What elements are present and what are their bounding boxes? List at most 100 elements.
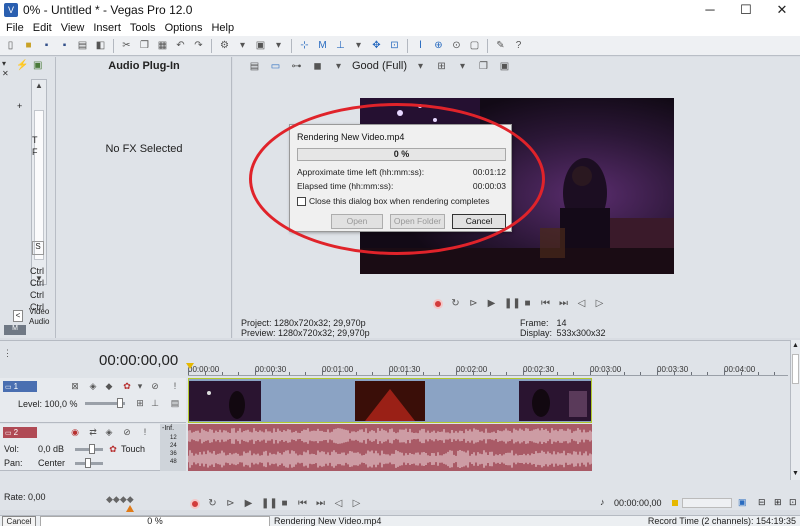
stop-icon[interactable]: ■ bbox=[522, 298, 533, 309]
track-invert-icon[interactable]: ⇄ bbox=[88, 427, 98, 437]
picture-icon[interactable]: ▣ bbox=[738, 497, 747, 508]
track-menu-icon[interactable]: ▤ bbox=[170, 398, 180, 408]
zoom-icon[interactable]: ⊡ bbox=[387, 38, 402, 53]
open-button[interactable]: Open bbox=[331, 214, 383, 229]
close-when-complete-option[interactable]: Close this dialog box when rendering com… bbox=[297, 196, 490, 206]
prev-frame-icon[interactable]: ◁ bbox=[576, 298, 587, 309]
cancel-render-button[interactable]: Cancel bbox=[452, 214, 506, 229]
dropdown-icon[interactable]: ▾ bbox=[351, 38, 366, 53]
close-when-complete-checkbox[interactable] bbox=[297, 196, 306, 206]
next-frame-icon[interactable]: ▷ bbox=[351, 498, 362, 509]
collapse-icon[interactable]: < bbox=[13, 310, 23, 322]
dropdown-icon[interactable]: ▾ bbox=[271, 38, 286, 53]
automation-icon[interactable]: ⊥ bbox=[150, 398, 160, 408]
dropdown-icon[interactable]: ▾ bbox=[455, 59, 470, 74]
redo-icon[interactable]: ↷ bbox=[191, 38, 206, 53]
dropdown-icon[interactable]: ▾ bbox=[331, 59, 346, 74]
open-folder-icon[interactable]: ■ bbox=[21, 38, 36, 53]
track-settings-icon[interactable]: ✿ bbox=[122, 381, 132, 391]
play-from-start-icon[interactable]: ⊳ bbox=[225, 498, 236, 509]
zoom-fit-icon[interactable]: ⊡ bbox=[789, 497, 797, 508]
pin-icon[interactable]: ▾ bbox=[2, 59, 10, 68]
play-icon[interactable]: ▶ bbox=[243, 498, 254, 509]
stop-icon[interactable]: ■ bbox=[279, 498, 290, 509]
overlay-icon[interactable]: ◼ bbox=[310, 59, 325, 74]
video-clip[interactable] bbox=[189, 381, 261, 421]
audio-event-lane[interactable] bbox=[188, 424, 592, 471]
loop-icon[interactable]: ↻ bbox=[450, 298, 461, 309]
loop-icon[interactable]: ↻ bbox=[207, 498, 218, 509]
pan-slider[interactable] bbox=[75, 458, 103, 468]
cursor-marker-icon[interactable] bbox=[186, 363, 194, 369]
prev-frame-icon[interactable]: ◁ bbox=[333, 498, 344, 509]
preview-properties-icon[interactable]: ▤ bbox=[247, 59, 262, 74]
save-snapshot-icon[interactable]: ▣ bbox=[497, 59, 512, 74]
explorer-icon[interactable]: ▣ bbox=[33, 60, 42, 71]
expand-icon[interactable]: + bbox=[17, 101, 22, 111]
copy-snapshot-icon[interactable]: ❐ bbox=[476, 59, 491, 74]
menu-tools[interactable]: Tools bbox=[127, 22, 162, 34]
normal-edit-icon[interactable]: M bbox=[315, 38, 330, 53]
scroll-down-icon[interactable]: ▼ bbox=[792, 470, 799, 477]
maximize-button[interactable]: ☐ bbox=[728, 0, 764, 20]
timeline-ruler[interactable]: 00:00:00 00:00:30 00:01:00 00:01:30 00:02:00… bbox=[188, 363, 788, 376]
dropdown-icon[interactable]: ▾ bbox=[235, 38, 250, 53]
expand-track-icon[interactable]: ⊞ bbox=[135, 398, 145, 408]
solo-icon[interactable]: ! bbox=[170, 381, 180, 391]
tool-icon[interactable]: ⚙ bbox=[217, 38, 232, 53]
level-slider[interactable] bbox=[85, 398, 125, 408]
paste-icon[interactable]: ▦ bbox=[155, 38, 170, 53]
video-clip[interactable] bbox=[355, 381, 425, 421]
snap-icon[interactable]: ⊹ bbox=[297, 38, 312, 53]
external-monitor-icon[interactable]: ▭ bbox=[268, 59, 283, 74]
lock-icon[interactable]: ▢ bbox=[467, 38, 482, 53]
menu-help[interactable]: Help bbox=[208, 22, 240, 34]
scroll-thumb[interactable] bbox=[34, 110, 44, 260]
pause-icon[interactable]: ❚❚ bbox=[504, 298, 521, 309]
media-icon[interactable]: ▣ bbox=[253, 38, 268, 53]
grid-icon[interactable]: ⊞ bbox=[434, 59, 449, 74]
mute-icon[interactable]: ⊘ bbox=[150, 381, 160, 391]
scroll-thumb[interactable] bbox=[792, 354, 799, 384]
video-event-lane[interactable] bbox=[188, 378, 592, 423]
rate-slider[interactable]: ◆◆◆◆ bbox=[106, 494, 134, 505]
zoom-out-icon[interactable]: ⊟ bbox=[758, 497, 766, 508]
menu-file[interactable]: File bbox=[3, 22, 30, 34]
render-icon[interactable]: ◧ bbox=[93, 38, 108, 53]
status-cancel-button[interactable]: Cancel bbox=[2, 516, 36, 526]
lightning-icon[interactable]: ⚡ bbox=[16, 60, 28, 71]
track-motion-icon[interactable]: ⊠ bbox=[70, 381, 80, 391]
selection-length-field[interactable] bbox=[682, 498, 732, 508]
mute-icon[interactable]: ⊘ bbox=[122, 427, 132, 437]
record-icon[interactable] bbox=[433, 298, 443, 309]
automation-mode[interactable]: Touch bbox=[121, 444, 145, 454]
level-slider-handle[interactable] bbox=[117, 398, 123, 408]
composite-mode-icon[interactable]: ◆ bbox=[104, 381, 114, 391]
record-icon[interactable] bbox=[190, 498, 200, 509]
solo-icon[interactable]: ! bbox=[140, 427, 150, 437]
video-clip[interactable] bbox=[519, 381, 591, 421]
timeline-handle-icon[interactable]: ⋮ bbox=[3, 348, 12, 359]
envelope-icon[interactable]: ⊥ bbox=[333, 38, 348, 53]
audio-track-header[interactable]: ▭ 2 ◉ ⇄ ◈ ⊘ ! Vol: 0,0 dB ✿ Touch Pan: C… bbox=[0, 424, 186, 471]
menu-edit[interactable]: Edit bbox=[30, 22, 58, 34]
open-folder-button[interactable]: Open Folder bbox=[390, 214, 445, 229]
copy-icon[interactable]: ❐ bbox=[137, 38, 152, 53]
splitter[interactable] bbox=[0, 340, 800, 343]
pause-icon[interactable]: ❚❚ bbox=[261, 498, 278, 509]
properties-icon[interactable]: ▤ bbox=[75, 38, 90, 53]
close-button[interactable]: ✕ bbox=[764, 0, 800, 20]
help-icon[interactable]: ? bbox=[511, 38, 526, 53]
undo-icon[interactable]: ↶ bbox=[173, 38, 188, 53]
next-frame-icon[interactable]: ▷ bbox=[594, 298, 605, 309]
zoom-in-icon[interactable]: ⊞ bbox=[774, 497, 782, 508]
play-from-start-icon[interactable]: ⊳ bbox=[468, 298, 479, 309]
save-as-icon[interactable]: ▪ bbox=[57, 38, 72, 53]
new-file-icon[interactable]: ▯ bbox=[3, 38, 18, 53]
timeline-vertical-scrollbar[interactable]: ▲ ▼ bbox=[790, 340, 800, 480]
magnify-icon[interactable]: ⊙ bbox=[449, 38, 464, 53]
scroll-up-icon[interactable]: ▲ bbox=[34, 81, 44, 90]
arm-record-icon[interactable]: ◉ bbox=[70, 427, 80, 437]
split-screen-icon[interactable]: ⊶ bbox=[289, 59, 304, 74]
selection-icon[interactable]: ✥ bbox=[369, 38, 384, 53]
